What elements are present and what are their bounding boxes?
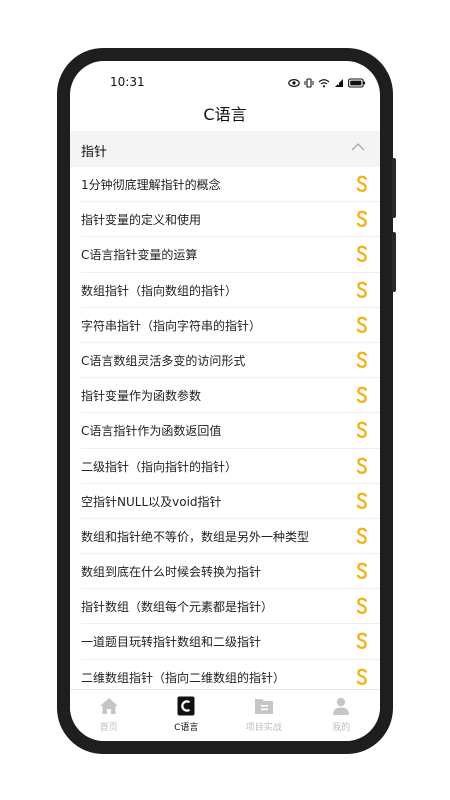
chevron-up-icon xyxy=(351,143,365,151)
page-title: C语言 xyxy=(203,105,247,124)
lesson-title: C语言指针作为函数返回值 xyxy=(81,424,222,439)
coin-s-icon xyxy=(356,668,367,685)
battery-icon xyxy=(348,73,366,92)
coin-s-icon xyxy=(356,597,367,615)
lesson-title: C语言数组灵活多变的访问形式 xyxy=(81,353,246,368)
lesson-item[interactable]: 字符串指针（指向字符串的指针） xyxy=(70,308,380,343)
lesson-item[interactable]: C语言数组灵活多变的访问形式 xyxy=(70,343,380,379)
eye-icon xyxy=(288,73,300,92)
lesson-title: 字符串指针（指向字符串的指针） xyxy=(81,318,262,333)
lesson-title: 空指针NULL以及void指针 xyxy=(81,494,222,509)
lesson-title: 指针变量的定义和使用 xyxy=(81,213,202,228)
lesson-item[interactable]: 一道题目玩转指针数组和二级指针 xyxy=(70,624,380,660)
lesson-title: 一道题目玩转指针数组和二级指针 xyxy=(81,635,262,650)
tab-home[interactable]: 首页 xyxy=(70,690,148,741)
lesson-item[interactable]: 1分钟彻底理解指针的概念 xyxy=(70,167,380,203)
tab-project[interactable]: 项目实战 xyxy=(225,690,303,741)
tab-label: 项目实战 xyxy=(245,723,282,733)
coin-s-icon xyxy=(356,492,367,509)
tab-label: C语言 xyxy=(174,723,199,733)
lesson-list: 1分钟彻底理解指针的概念 指针变量的定义和使用 C语言指针变量的运算数组指针（指向数… xyxy=(70,167,380,695)
lesson-item[interactable]: 数组指针（指向数组的指针） xyxy=(70,273,380,308)
status-icons xyxy=(288,73,366,92)
bottom-tab-bar: 首页 C语言 项目实战 我的 xyxy=(70,689,380,741)
lesson-item[interactable]: C语言指针作为函数返回值 xyxy=(70,413,380,449)
coin-s-icon xyxy=(356,386,367,404)
status-bar: 10:31 xyxy=(70,61,380,99)
lesson-title: 1分钟彻底理解指针的概念 xyxy=(81,178,221,192)
lesson-item[interactable]: 指针变量的定义和使用 xyxy=(70,202,380,238)
lesson-item[interactable]: 数组到底在什么时候会转换为指针 xyxy=(70,554,380,590)
lesson-title: 数组指针（指向数组的指针） xyxy=(81,283,238,298)
coin-s-icon xyxy=(356,527,367,544)
coin-s-icon xyxy=(356,421,367,439)
lesson-item[interactable]: 空指针NULL以及void指针 xyxy=(70,484,380,519)
tab-c-language[interactable]: C语言 xyxy=(148,690,226,741)
tab-profile[interactable]: 我的 xyxy=(303,690,381,741)
app-screen: 10:31 C语言 指针 1分钟彻底理解指针的概念指针变量的定义和使用 C语言 xyxy=(70,61,380,741)
tab-label: 首页 xyxy=(99,723,118,733)
coin-s-icon xyxy=(356,245,367,263)
lesson-title: 二级指针（指向指针的指针） xyxy=(81,459,238,474)
vibrate-icon xyxy=(304,73,314,92)
tab-label: 我的 xyxy=(332,723,351,733)
coin-s-icon xyxy=(356,210,367,228)
coin-s-icon xyxy=(356,175,367,193)
lesson-title: 数组到底在什么时候会转换为指针 xyxy=(81,565,262,580)
lesson-item[interactable]: C语言指针变量的运算 xyxy=(70,237,380,273)
lesson-title: 指针变量作为函数参数 xyxy=(81,389,202,404)
home-icon xyxy=(99,698,118,714)
lesson-title: 数组和指针绝不等价，数组是另外一种类型 xyxy=(81,529,310,544)
lesson-item[interactable]: 指针变量作为函数参数 xyxy=(70,378,380,414)
user-icon xyxy=(333,697,350,715)
lesson-title: 二维数组指针（指向二维数组的指针） xyxy=(81,670,286,685)
status-time: 10:31 xyxy=(110,75,145,89)
coin-s-icon xyxy=(356,351,367,368)
phone-side-button xyxy=(392,158,396,218)
coin-s-icon xyxy=(356,457,367,474)
lesson-item[interactable]: 数组和指针绝不等价，数组是另外一种类型 xyxy=(70,519,380,555)
coin-s-icon xyxy=(356,316,367,333)
lesson-item[interactable]: 二级指针（指向指针的指针） xyxy=(70,449,380,484)
section-label: 指针 xyxy=(81,145,108,160)
lesson-title: 指针数组（数组每个元素都是指针） xyxy=(81,600,274,615)
coin-s-icon xyxy=(356,562,367,580)
section-header-pointer[interactable]: 指针 xyxy=(70,131,380,167)
project-icon xyxy=(254,699,273,714)
wifi-icon xyxy=(318,73,330,92)
coin-s-icon xyxy=(356,633,367,650)
coin-s-icon xyxy=(356,281,367,298)
lesson-title: C语言指针变量的运算 xyxy=(81,248,198,263)
lesson-item[interactable]: 指针数组（数组每个元素都是指针） xyxy=(70,589,380,625)
c-language-icon xyxy=(177,696,195,716)
phone-side-button xyxy=(392,232,396,292)
signal-icon xyxy=(334,73,344,92)
